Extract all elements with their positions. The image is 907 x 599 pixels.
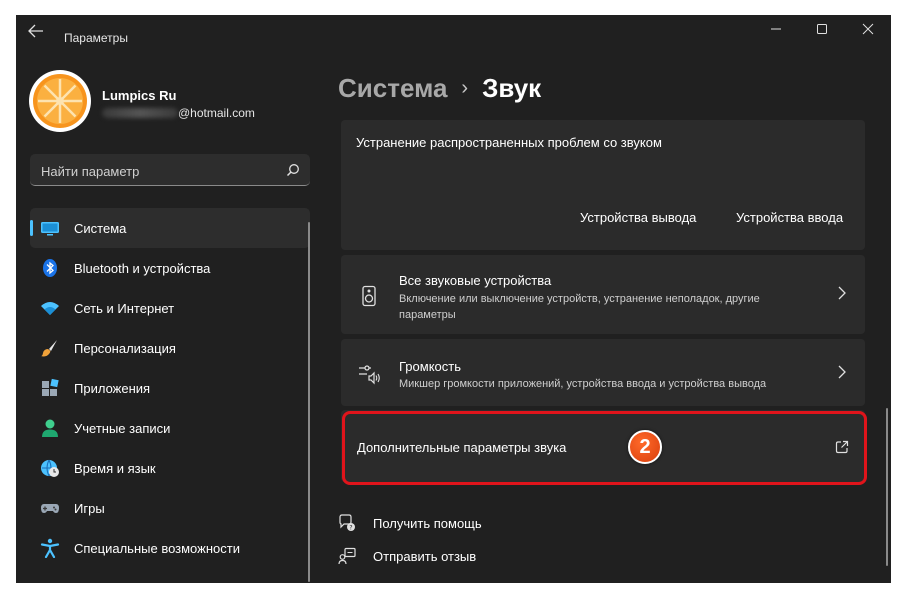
sidebar-item-label: Игры [74,501,105,516]
gamepad-icon [40,498,60,518]
sidebar-item-system[interactable]: Система [30,208,310,248]
all-sound-devices-row[interactable]: Все звуковые устройства Включение или вы… [341,255,865,334]
sidebar-item-label: Приложения [74,381,151,396]
volume-title: Громкость [399,359,461,374]
search-placeholder: Найти параметр [41,164,140,179]
sidebar-item-label: Система [74,221,127,236]
active-indicator [30,220,33,236]
avatar[interactable] [29,70,91,132]
sidebar-item-accessibility[interactable]: Специальные возможности [30,528,310,568]
account-icon [40,418,60,438]
sidebar-item-personalization[interactable]: Персонализация [30,328,310,368]
step-badge: 2 [628,430,662,464]
sidebar-item-label: Персонализация [74,341,176,356]
send-feedback-label: Отправить отзыв [373,548,477,564]
breadcrumb-separator: › [461,77,469,99]
globe-clock-icon [40,458,60,478]
chevron-right-icon [837,365,847,383]
sidebar-item-label: Сеть и Интернет [74,301,175,316]
sidebar-nav: Система Bluetooth и устройства Сеть и Ин… [30,208,310,568]
breadcrumb-parent[interactable]: Система [338,73,447,104]
volume-desc: Микшер громкости приложений, устройства … [399,378,767,390]
title-bar: Параметры [16,15,891,47]
monitor-icon [40,218,60,238]
back-arrow-icon[interactable] [28,24,48,40]
search-icon[interactable] [286,163,300,177]
troubleshoot-card: Устранение распространенных проблем со з… [341,120,865,250]
brush-icon [40,338,60,358]
wifi-icon [40,298,60,318]
input-devices-button[interactable]: Устройства ввода [736,210,843,225]
sidebar-item-network[interactable]: Сеть и Интернет [30,288,310,328]
send-feedback-link[interactable]: Отправить отзыв [338,547,476,565]
email-domain: @hotmail.com [178,106,255,120]
sidebar-item-label: Время и язык [74,461,156,476]
get-help-label: Получить помощь [373,515,482,531]
sidebar-item-label: Учетные записи [74,421,171,436]
user-name: Lumpics Ru [102,88,177,103]
sidebar-item-time-language[interactable]: Время и язык [30,448,310,488]
svg-text:?: ? [349,525,352,532]
sidebar-item-label: Специальные возможности [74,541,240,556]
sidebar-item-gaming[interactable]: Игры [30,488,310,528]
search-input[interactable]: Найти параметр [30,154,310,186]
content-scrollbar[interactable] [886,408,888,566]
sidebar-item-bluetooth[interactable]: Bluetooth и устройства [30,248,310,288]
feedback-icon [338,547,356,565]
page-title: Звук [482,73,542,103]
breadcrumb: Система › Звук [338,73,541,104]
maximize-icon[interactable] [810,19,834,43]
all-sound-devices-desc-line1: Включение или выключение устройств, устр… [399,293,760,305]
speaker-icon [358,285,380,307]
sidebar-item-apps[interactable]: Приложения [30,368,310,408]
get-help-link[interactable]: ? Получить помощь [338,514,482,532]
sidebar-item-accounts[interactable]: Учетные записи [30,408,310,448]
highlight-frame [342,411,867,485]
close-icon[interactable] [856,19,880,43]
volume-mixer-icon [358,363,380,385]
user-email: @hotmail.com [102,106,255,120]
apps-icon [40,378,60,398]
settings-window: Параметры Lumpics Ru @hotmail.com Найти … [16,15,891,583]
output-devices-button[interactable]: Устройства вывода [580,210,696,225]
app-title: Параметры [64,31,128,45]
chevron-right-icon [837,286,847,304]
all-sound-devices-title: Все звуковые устройства [399,273,552,288]
help-icon: ? [338,514,356,532]
troubleshoot-title: Устранение распространенных проблем со з… [356,135,662,150]
accessibility-icon [40,538,60,559]
volume-mixer-row[interactable]: Громкость Микшер громкости приложений, у… [341,339,865,406]
sidebar-item-label: Bluetooth и устройства [74,261,211,276]
bluetooth-icon [40,258,60,278]
blurred-email-prefix [102,108,178,118]
minimize-icon[interactable] [764,19,788,43]
all-sound-devices-desc-line2: параметры [399,309,456,321]
sidebar-scrollbar[interactable] [308,222,310,582]
